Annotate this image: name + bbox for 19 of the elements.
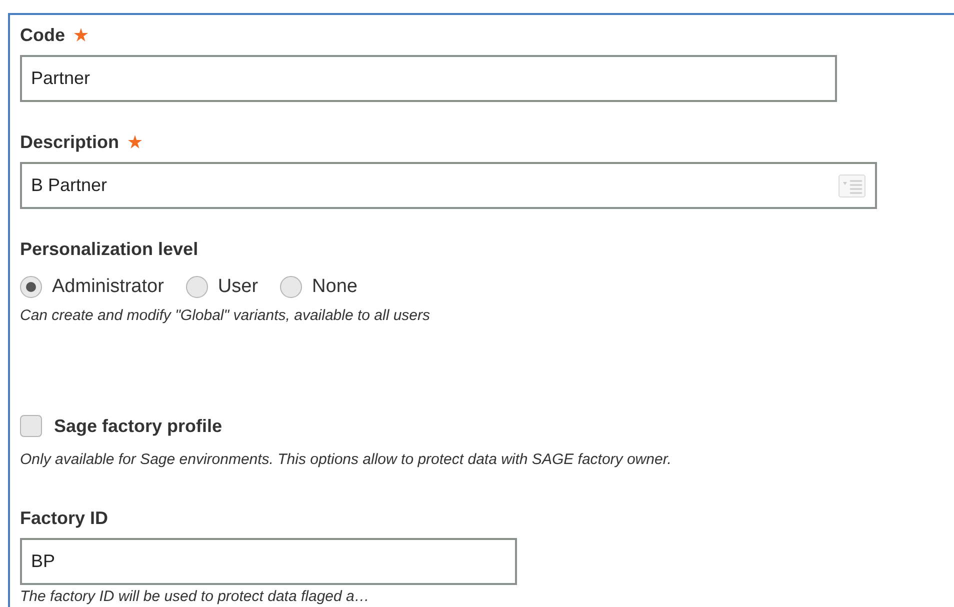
code-input[interactable]: Partner [20, 55, 837, 102]
radio-button[interactable] [20, 276, 42, 298]
description-input[interactable]: B Partner [20, 162, 877, 209]
field-label: Personalization level [20, 238, 198, 260]
checkbox[interactable] [20, 415, 42, 437]
radio-label: User [218, 274, 258, 299]
factory-id-input[interactable]: BP [20, 538, 517, 585]
list-icon[interactable] [838, 174, 866, 198]
field-label: Code [20, 24, 65, 46]
field-label: Description [20, 130, 120, 154]
field-label: Factory ID [20, 506, 108, 530]
radio-button[interactable] [280, 276, 302, 298]
radio-label: Administrator [52, 274, 164, 299]
hint-text: The factory ID will be used to protect data flaged a… [20, 587, 370, 607]
radio-button[interactable] [186, 276, 208, 298]
hint-text: Can create and modify "Global" variants, available to all users [20, 306, 432, 326]
hint-text: Only available for Sage environments. This options allow to protect data with SAGE factory owner. [20, 450, 672, 470]
checkbox-label: Sage factory profile [54, 414, 222, 438]
radio-label: None [312, 274, 358, 299]
